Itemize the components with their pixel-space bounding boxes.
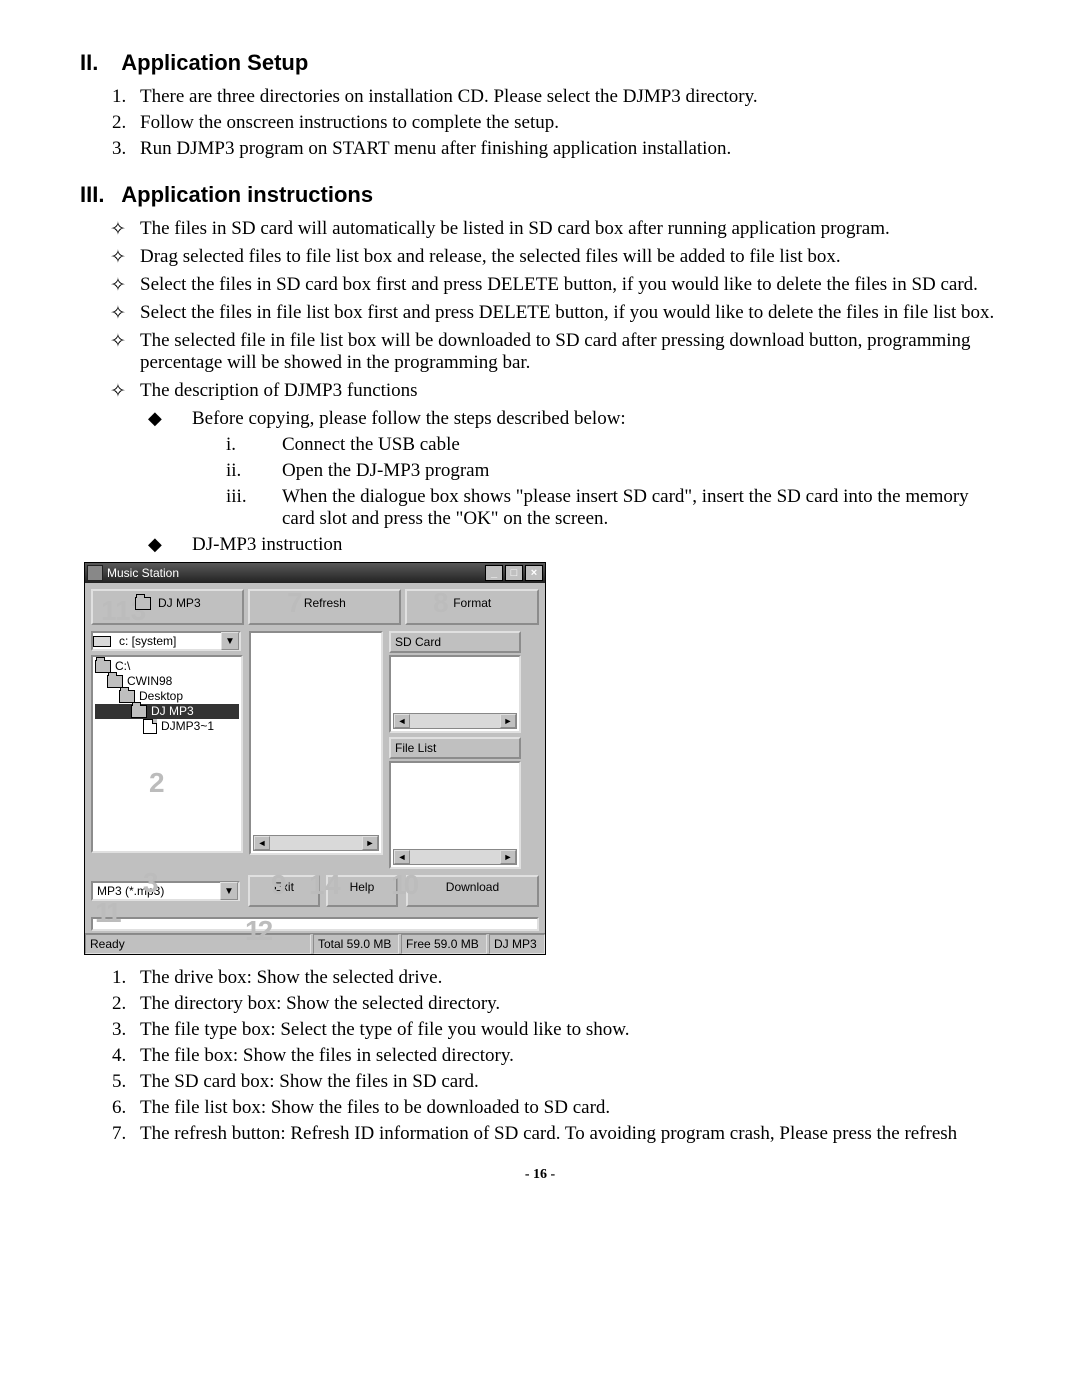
list-item: 1.The drive box: Show the selected drive… <box>112 967 1000 989</box>
file-list-header: File List <box>389 737 521 759</box>
status-total: Total 59.0 MB <box>313 934 399 954</box>
list-item: 4.The file box: Show the files in select… <box>112 1045 1000 1067</box>
tree-item[interactable]: CWIN98 <box>95 674 239 689</box>
folder-open-icon <box>131 705 147 718</box>
legend-list: 1.The drive box: Show the selected drive… <box>80 967 1000 1145</box>
filetype-label: MP3 (*.mp3) <box>93 884 220 898</box>
section-2-heading: II. Application Setup <box>80 50 1000 76</box>
chevron-down-icon[interactable]: ▼ <box>221 632 239 650</box>
list-item: iii.When the dialogue box shows "please … <box>226 486 1000 530</box>
drive-label: c: [system] <box>115 634 221 648</box>
list-item: The description of DJMP3 functions <box>110 380 1000 402</box>
list-item: 7.The refresh button: Refresh ID informa… <box>112 1123 1000 1145</box>
section-2-title: Application Setup <box>121 50 308 75</box>
list-item: 6.The file list box: Show the files to b… <box>112 1097 1000 1119</box>
list-item: The selected file in file list box will … <box>110 330 1000 374</box>
djmp3-button[interactable]: DJ MP3 <box>91 589 244 625</box>
section-3-bullets: The files in SD card will automatically … <box>80 218 1000 402</box>
list-item: 3.The file type box: Select the type of … <box>112 1019 1000 1041</box>
progress-bar <box>91 917 539 931</box>
status-bar: Ready Total 59.0 MB Free 59.0 MB DJ MP3 <box>85 933 545 954</box>
scroll-left-icon[interactable]: ◄ <box>394 714 410 728</box>
sd-card-box[interactable]: ◄ ► <box>389 655 521 733</box>
folder-icon <box>135 597 151 610</box>
minimize-button[interactable]: _ <box>485 565 503 581</box>
directory-box[interactable]: C:\ CWIN98 Desktop DJ MP3 DJMP3~1 <box>91 655 243 853</box>
sd-card-header: SD Card <box>389 631 521 653</box>
scroll-left-icon[interactable]: ◄ <box>394 850 410 864</box>
list-item: Before copying, please follow the steps … <box>148 408 1000 530</box>
scroll-right-icon[interactable]: ► <box>500 850 516 864</box>
hscrollbar[interactable]: ◄ ► <box>253 835 379 851</box>
list-item: Drag selected files to file list box and… <box>110 246 1000 268</box>
list-item: 2.Follow the onscreen instructions to co… <box>112 112 1000 134</box>
section-3-title: Application instructions <box>121 182 373 207</box>
scroll-left-icon[interactable]: ◄ <box>254 836 270 850</box>
status-ready: Ready <box>85 934 311 954</box>
section-2-num: II. <box>80 50 116 76</box>
hscrollbar[interactable]: ◄ ► <box>393 713 517 729</box>
sub-bullets: Before copying, please follow the steps … <box>80 408 1000 556</box>
status-mode: DJ MP3 <box>489 934 545 954</box>
refresh-button[interactable]: Refresh <box>248 589 401 625</box>
tree-item[interactable]: Desktop <box>95 689 239 704</box>
format-button[interactable]: Format <box>405 589 539 625</box>
list-item: Select the files in SD card box first an… <box>110 274 1000 296</box>
folder-icon <box>143 719 157 734</box>
music-station-window: 13 1 7 8 5 4 6 2 3 9 1 4 10 11 12 Music … <box>84 562 546 955</box>
status-free: Free 59.0 MB <box>401 934 487 954</box>
file-box[interactable]: ◄ ► <box>249 631 383 855</box>
help-button[interactable]: Help <box>326 875 398 907</box>
page-number: - 16 - <box>80 1167 1000 1183</box>
drive-select[interactable]: c: [system] ▼ <box>91 631 241 651</box>
download-button[interactable]: Download <box>406 875 539 907</box>
scroll-right-icon[interactable]: ► <box>500 714 516 728</box>
section-3-heading: III. Application instructions <box>80 182 1000 208</box>
tree-item[interactable]: DJMP3~1 <box>95 719 239 734</box>
list-item: i.Connect the USB cable <box>226 434 1000 456</box>
file-list-box[interactable]: ◄ ► <box>389 761 521 869</box>
list-item: Select the files in file list box first … <box>110 302 1000 324</box>
scroll-right-icon[interactable]: ► <box>362 836 378 850</box>
window-title: Music Station <box>107 566 483 580</box>
drive-icon <box>93 636 111 647</box>
hscrollbar[interactable]: ◄ ► <box>393 849 517 865</box>
titlebar[interactable]: Music Station _ □ × <box>85 563 545 583</box>
section-2-list: 1.There are three directories on install… <box>80 86 1000 160</box>
chevron-down-icon[interactable]: ▼ <box>220 882 238 900</box>
list-item: 1.There are three directories on install… <box>112 86 1000 108</box>
app-icon <box>87 565 103 581</box>
roman-list: i.Connect the USB cable ii.Open the DJ-M… <box>192 434 1000 530</box>
exit-button[interactable]: Exit <box>248 875 320 907</box>
list-item: 2.The directory box: Show the selected d… <box>112 993 1000 1015</box>
list-item: DJ-MP3 instruction <box>148 534 1000 556</box>
list-item: The files in SD card will automatically … <box>110 218 1000 240</box>
list-item: 3.Run DJMP3 program on START menu after … <box>112 138 1000 160</box>
close-button[interactable]: × <box>525 565 543 581</box>
filetype-select[interactable]: MP3 (*.mp3) ▼ <box>91 881 240 901</box>
tree-item-selected[interactable]: DJ MP3 <box>95 704 239 719</box>
section-3-num: III. <box>80 182 116 208</box>
list-item: ii.Open the DJ-MP3 program <box>226 460 1000 482</box>
list-item: 5.The SD card box: Show the files in SD … <box>112 1071 1000 1093</box>
maximize-button[interactable]: □ <box>505 565 523 581</box>
